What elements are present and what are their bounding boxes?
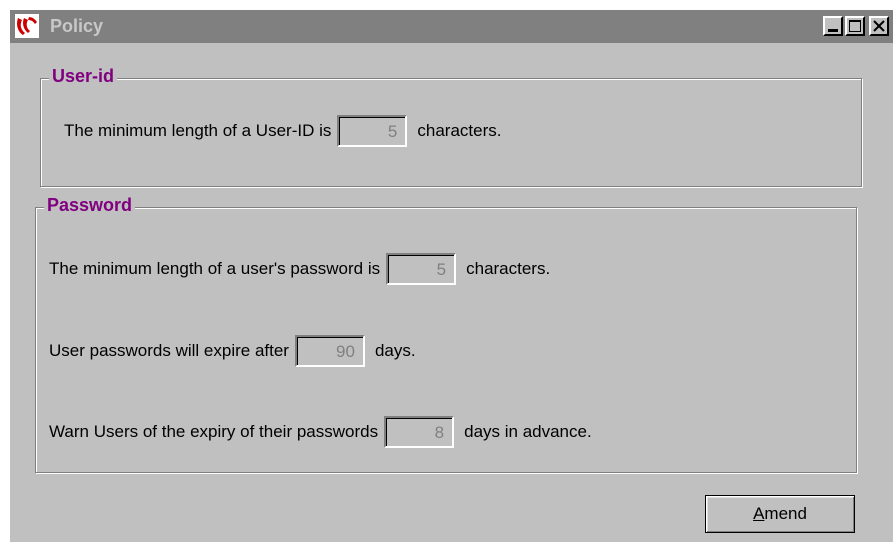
password-warning-unit: days in advance. [464, 422, 592, 441]
close-icon [872, 18, 886, 38]
password-expiry-row: User passwords will expire after 90 days… [49, 335, 416, 367]
password-warning-label: Warn Users of the expiry of their passwo… [49, 422, 379, 441]
maximize-button[interactable] [845, 16, 865, 36]
minimize-icon [828, 29, 838, 32]
password-group: Password The minimum length of a user's … [35, 195, 857, 473]
password-min-length-row: The minimum length of a user's password … [49, 253, 550, 285]
user-id-min-length-label: The minimum length of a User-ID is [64, 121, 332, 140]
user-id-group: User-id The minimum length of a User-ID … [40, 66, 862, 187]
maximize-icon [849, 20, 861, 32]
password-warning-field[interactable]: 8 [384, 416, 455, 448]
user-id-min-length-unit: characters. [417, 121, 502, 140]
user-id-min-length-row: The minimum length of a User-ID is 5 cha… [64, 115, 501, 147]
user-id-min-length-field[interactable]: 5 [337, 115, 408, 147]
password-warning-row: Warn Users of the expiry of their passwo… [49, 416, 592, 448]
amend-button[interactable]: Amend [705, 495, 855, 533]
window-title: Policy [50, 16, 104, 36]
amend-button-label: mend [764, 504, 807, 523]
password-expiry-field[interactable]: 90 [294, 335, 365, 367]
password-group-title: Password [44, 195, 136, 216]
title-bar[interactable]: Policy [10, 10, 893, 43]
policy-window: Policy User-id The minimum length of a U… [10, 10, 893, 542]
password-min-length-field[interactable]: 5 [386, 253, 457, 285]
password-min-length-label: The minimum length of a user's password … [49, 259, 381, 278]
password-expiry-unit: days. [374, 341, 416, 360]
minimize-button[interactable] [823, 16, 843, 36]
password-expiry-label: User passwords will expire after [49, 341, 289, 360]
app-logo-icon [15, 14, 39, 38]
close-button[interactable] [869, 16, 889, 36]
amend-button-accelerator: A [753, 504, 765, 523]
user-id-group-title: User-id [49, 66, 118, 87]
password-min-length-unit: characters. [466, 259, 551, 278]
